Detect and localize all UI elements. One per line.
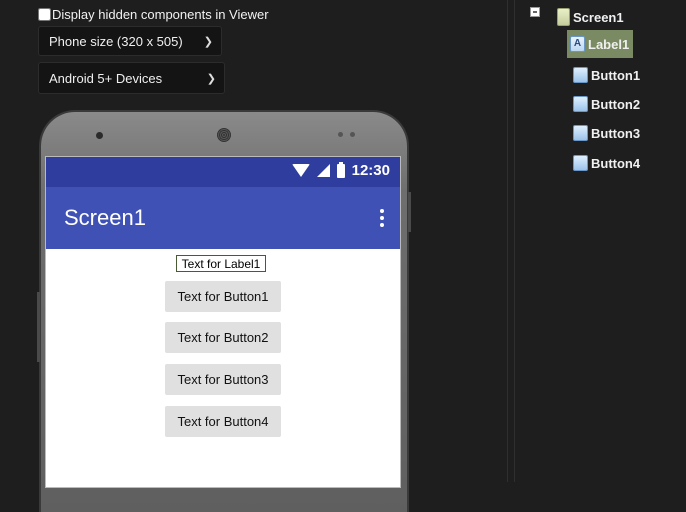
phone-mockup: 12:30 Screen1 Text for Label1 Text for B…: [37, 112, 411, 512]
tree-node-screen1[interactable]: Screen1: [557, 3, 624, 31]
tree-node-label: Screen1: [573, 9, 624, 25]
tree-node-button4[interactable]: Button4: [573, 149, 640, 177]
minus-box-icon[interactable]: [530, 7, 540, 17]
camera-icon: [96, 132, 103, 139]
button-icon: [573, 155, 588, 171]
screen-title: Screen1: [64, 205, 146, 230]
phone-side-button: [408, 192, 411, 232]
more-vert-icon[interactable]: [380, 209, 384, 230]
phone-side-button: [37, 292, 40, 362]
label1-component[interactable]: Text for Label1: [176, 255, 266, 272]
display-hidden-label: Display hidden components in Viewer: [52, 7, 269, 22]
device-theme-select[interactable]: Android 5+ Devices ❯: [38, 62, 225, 94]
app-bar: Screen1: [46, 187, 400, 249]
signal-icon: [316, 164, 330, 177]
tree-node-label: Button4: [591, 155, 641, 171]
button-icon: [573, 96, 588, 112]
components-tree: Screen1 A Label1 Button1 Button2 Button3…: [520, 0, 686, 482]
button1-component[interactable]: Text for Button1: [165, 281, 281, 312]
wifi-icon: [291, 164, 310, 177]
button4-component[interactable]: Text for Button4: [165, 406, 281, 437]
button2-component[interactable]: Text for Button2: [165, 322, 281, 353]
phone-size-select[interactable]: Phone size (320 x 505) ❯: [38, 26, 222, 56]
speaker-icon: [217, 128, 231, 142]
button-icon: [573, 67, 588, 83]
device-theme-value: Android 5+ Devices: [49, 70, 163, 86]
tree-node-button1[interactable]: Button1: [573, 61, 640, 89]
status-time: 12:30: [351, 162, 390, 179]
display-hidden-row[interactable]: Display hidden components in Viewer: [38, 7, 269, 22]
sensor-icon: [350, 132, 355, 137]
panel-divider: [507, 0, 508, 482]
tree-node-button3[interactable]: Button3: [573, 119, 640, 147]
tree-node-label1[interactable]: A Label1: [567, 30, 634, 58]
viewer-panel: Display hidden components in Viewer Phon…: [0, 0, 507, 512]
phone-screen: 12:30 Screen1 Text for Label1 Text for B…: [45, 156, 401, 488]
tree-node-label: Label1: [588, 36, 630, 52]
status-bar: 12:30: [46, 157, 400, 187]
button3-component[interactable]: Text for Button3: [165, 364, 281, 395]
label-icon: A: [570, 36, 585, 52]
button-icon: [573, 125, 588, 141]
tree-node-label: Button2: [591, 96, 641, 112]
panel-divider: [514, 0, 515, 482]
battery-icon: [336, 161, 345, 178]
tree-node-label: Button3: [591, 125, 641, 141]
display-hidden-checkbox[interactable]: [38, 8, 51, 21]
chevron-down-icon: ❯: [206, 72, 216, 85]
chevron-down-icon: ❯: [203, 35, 213, 48]
phone-size-value: Phone size (320 x 505): [49, 33, 183, 49]
tree-node-button2[interactable]: Button2: [573, 90, 640, 118]
screen-icon: [557, 8, 570, 26]
tree-node-label: Button1: [591, 67, 641, 83]
sensor-icon: [338, 132, 343, 137]
